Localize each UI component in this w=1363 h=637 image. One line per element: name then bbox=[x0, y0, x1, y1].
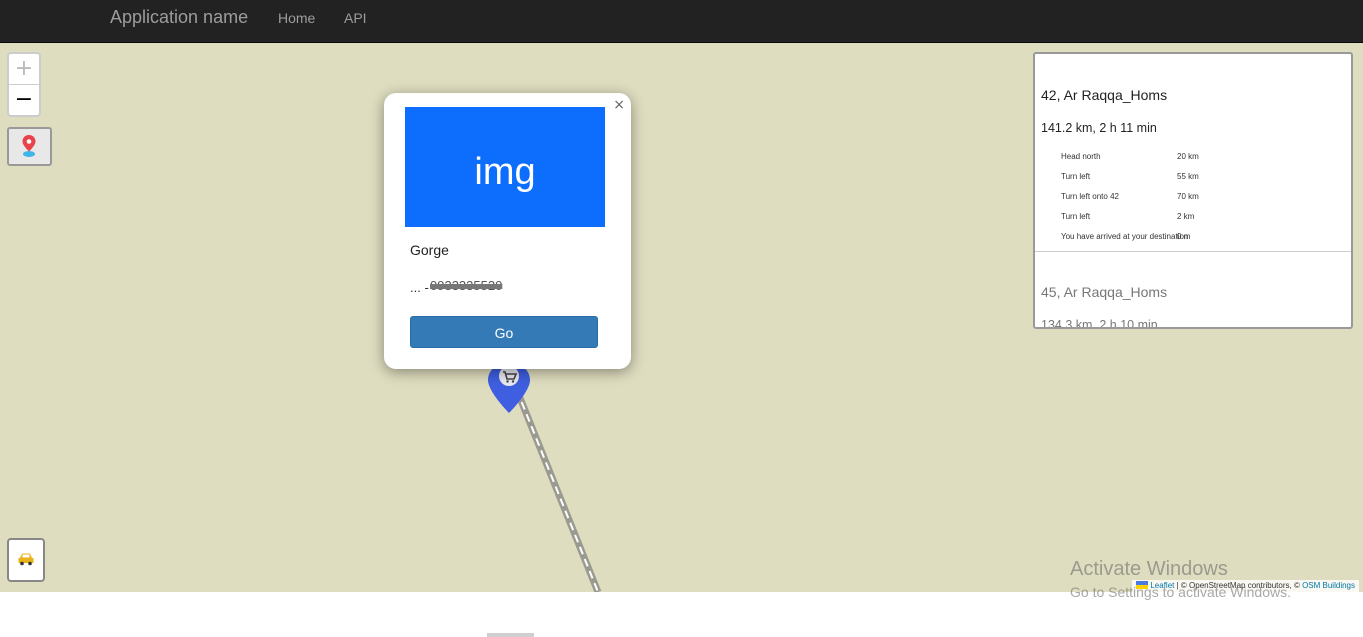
route-summary: 141.2 km, 2 h 11 min bbox=[1041, 121, 1157, 135]
nav-home-link[interactable]: Home bbox=[278, 10, 315, 26]
popup-name: Gorge bbox=[410, 242, 449, 258]
marker-popup: × img Gorge ... - 0933335520 Go bbox=[384, 93, 631, 369]
nav-api-link[interactable]: API bbox=[344, 10, 367, 26]
scrollbar[interactable] bbox=[487, 633, 534, 637]
zoom-out-button[interactable]: − bbox=[9, 85, 39, 115]
map-marker[interactable] bbox=[487, 363, 531, 419]
alt-route-title[interactable]: 45, Ar Raqqa_Homs bbox=[1041, 284, 1167, 300]
zoom-control: + − bbox=[7, 52, 41, 117]
popup-image: img bbox=[405, 107, 605, 227]
activation-watermark-title: Activate Windows bbox=[1070, 558, 1228, 580]
close-icon[interactable]: × bbox=[613, 97, 625, 113]
map-view[interactable]: + − × img Gorge ... - 0933335520 Go 42, … bbox=[0, 43, 1363, 592]
go-button[interactable]: Go bbox=[410, 316, 598, 348]
car-mode-button[interactable] bbox=[7, 538, 45, 582]
activation-watermark-subtitle: Go to Settings to activate Windows. bbox=[1070, 584, 1291, 600]
route-step-distance: 70 km bbox=[1177, 192, 1199, 201]
route-step-distance: 2 km bbox=[1177, 212, 1195, 221]
locate-button[interactable] bbox=[7, 127, 52, 166]
osm-buildings-link[interactable]: OSM Buildings bbox=[1302, 581, 1355, 590]
route-step-distance: 20 km bbox=[1177, 152, 1199, 161]
top-navbar: Application name Home API bbox=[0, 0, 1363, 43]
popup-phone-number: 0933335520 bbox=[430, 278, 503, 293]
app-brand[interactable]: Application name bbox=[110, 7, 248, 28]
route-divider bbox=[1035, 251, 1351, 252]
route-title[interactable]: 42, Ar Raqqa_Homs bbox=[1041, 87, 1167, 103]
popup-phone-prefix: ... - bbox=[410, 280, 429, 295]
route-step-distance: 55 km bbox=[1177, 172, 1199, 181]
car-icon bbox=[18, 553, 34, 566]
route-step-distance: 0 m bbox=[1177, 232, 1191, 241]
alt-route-summary: 134.3 km, 2 h 10 min bbox=[1041, 318, 1158, 329]
location-pin-icon bbox=[22, 135, 36, 157]
zoom-in-button[interactable]: + bbox=[9, 54, 39, 85]
routing-panel[interactable]: 42, Ar Raqqa_Homs 141.2 km, 2 h 11 min H… bbox=[1033, 52, 1353, 329]
